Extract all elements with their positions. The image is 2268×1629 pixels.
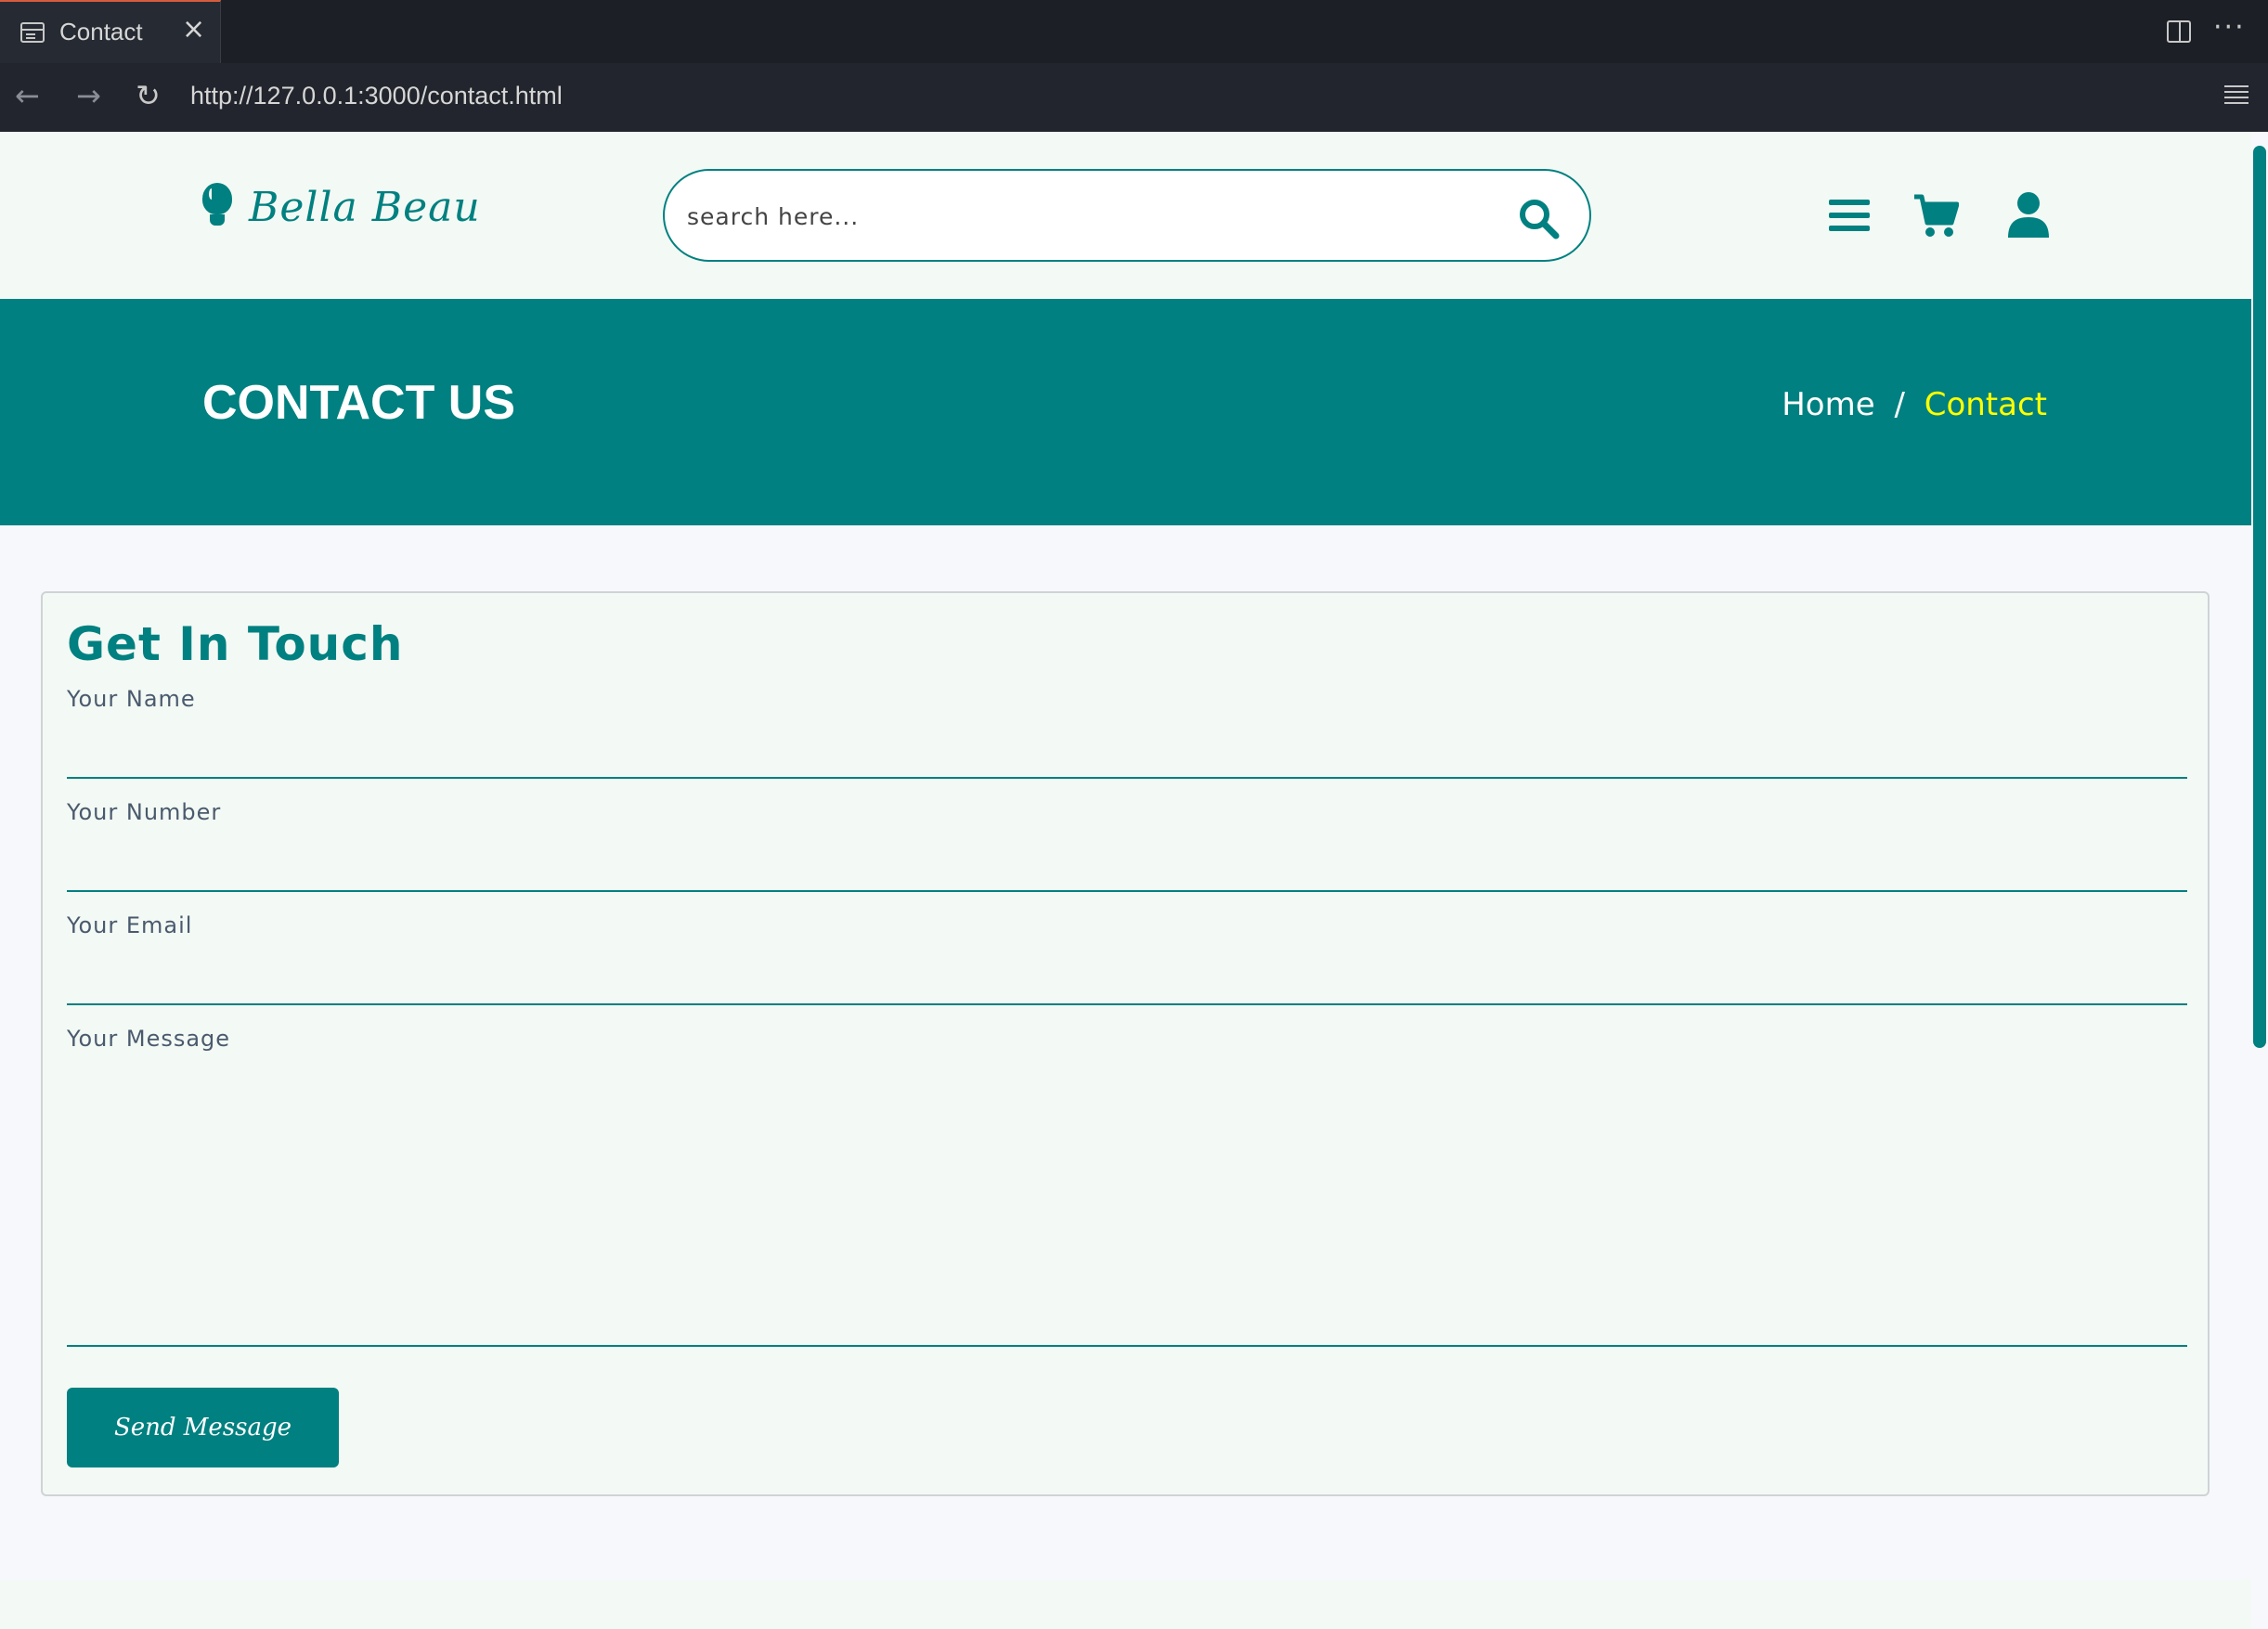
more-icon[interactable]: ··· bbox=[2213, 11, 2246, 44]
number-label: Your Number bbox=[67, 799, 222, 825]
breadcrumb: Home / Contact bbox=[1782, 386, 2047, 423]
scrollbar-thumb[interactable] bbox=[2253, 146, 2266, 1048]
name-label: Your Name bbox=[67, 686, 196, 712]
name-field[interactable] bbox=[67, 732, 2187, 779]
tab-title: Contact bbox=[59, 18, 143, 45]
cart-icon[interactable] bbox=[1912, 191, 1959, 239]
url-field[interactable]: http://127.0.0.1:3000/contact.html bbox=[190, 82, 563, 110]
search-box bbox=[663, 169, 1591, 262]
breadcrumb-home-link[interactable]: Home bbox=[1782, 386, 1874, 423]
lightbulb-icon bbox=[201, 183, 234, 231]
footer-edge bbox=[0, 1580, 2251, 1629]
reload-icon[interactable]: ↻ bbox=[136, 78, 161, 113]
logo[interactable]: Bella Beau bbox=[201, 183, 481, 231]
send-message-button[interactable]: Send Message bbox=[67, 1388, 339, 1467]
page-title: CONTACT US bbox=[202, 376, 516, 430]
user-icon[interactable] bbox=[2005, 191, 2052, 239]
page-banner: CONTACT US Home / Contact bbox=[0, 299, 2251, 525]
logo-text: Bella Beau bbox=[249, 183, 481, 231]
email-label: Your Email bbox=[67, 912, 193, 938]
split-editor-icon[interactable] bbox=[2167, 20, 2191, 43]
browser-tab-bar: Contact × ··· bbox=[0, 0, 2268, 63]
page: Bella Beau CONTACT US Home bbox=[0, 132, 2251, 1629]
message-field[interactable] bbox=[67, 1068, 2187, 1347]
bars-icon[interactable] bbox=[1826, 191, 1873, 239]
search-input[interactable] bbox=[687, 193, 1485, 239]
forward-icon[interactable]: → bbox=[76, 78, 101, 113]
message-label: Your Message bbox=[67, 1026, 231, 1052]
breadcrumb-current: Contact bbox=[1924, 386, 2047, 423]
menu-icon[interactable] bbox=[2224, 85, 2249, 106]
site-header: Bella Beau bbox=[0, 132, 2251, 299]
address-bar: ← → ↻ http://127.0.0.1:3000/contact.html bbox=[0, 63, 2268, 132]
email-field[interactable] bbox=[67, 959, 2187, 1005]
breadcrumb-separator: / bbox=[1894, 386, 1905, 423]
close-tab-icon[interactable]: × bbox=[182, 13, 205, 45]
search-icon[interactable] bbox=[1517, 197, 1560, 239]
number-field[interactable] bbox=[67, 846, 2187, 892]
browser-tab[interactable]: Contact × bbox=[0, 0, 221, 63]
page-icon bbox=[20, 22, 45, 43]
form-title: Get In Touch bbox=[67, 617, 404, 671]
contact-form: Get In Touch Your Name Your Number Your … bbox=[41, 591, 2210, 1496]
page-scrollbar[interactable] bbox=[2251, 132, 2268, 1629]
back-icon[interactable]: ← bbox=[15, 78, 40, 113]
